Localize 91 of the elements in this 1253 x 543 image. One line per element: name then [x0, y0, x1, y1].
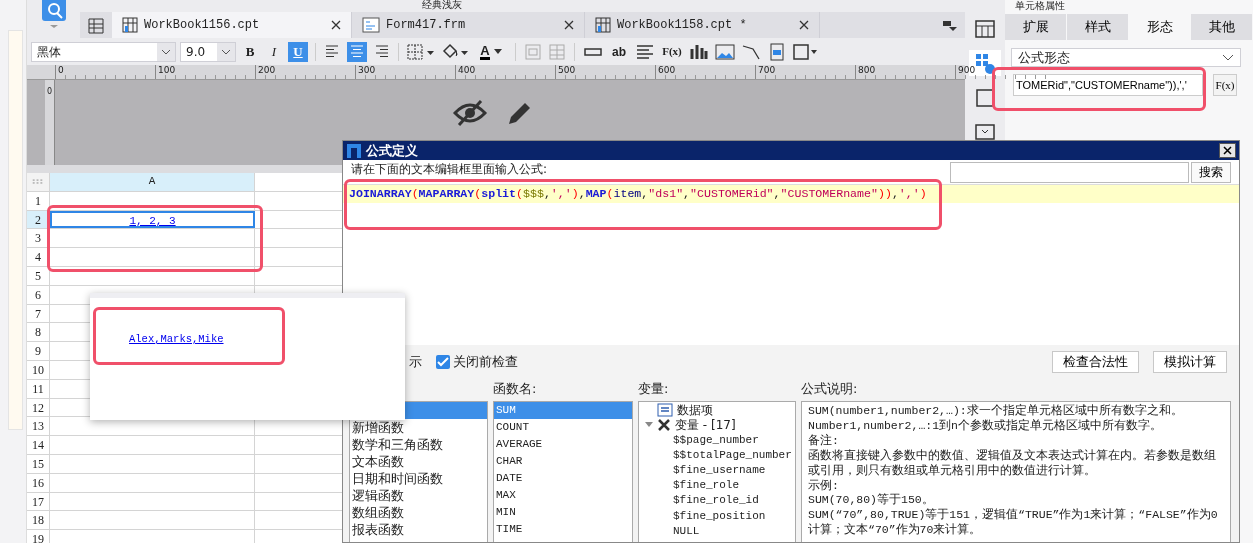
close-icon[interactable] — [799, 20, 809, 30]
tree-item[interactable]: $fine_role — [673, 477, 739, 494]
hint-label: 示 — [409, 353, 422, 372]
close-icon[interactable] — [331, 20, 341, 30]
ruler-label: 100 — [155, 65, 255, 79]
description-text: Number1,number2,…:1到n个参数或指定单元格区域中所有数字。 — [808, 418, 1164, 434]
ruler-label: 300 — [355, 65, 455, 79]
merge-cells-icon[interactable] — [523, 41, 543, 62]
tree-item[interactable]: $fine_role_id — [673, 492, 759, 509]
tree-item[interactable]: NULL — [673, 522, 700, 540]
caret-icon — [161, 48, 171, 55]
close-button[interactable] — [1219, 143, 1236, 158]
list-header: 变量: — [638, 380, 670, 398]
list-item[interactable]: MAX — [494, 487, 632, 504]
text-tool[interactable]: ab — [608, 41, 630, 62]
list-item[interactable]: 报表函数 — [350, 521, 487, 538]
list-item[interactable]: 日期和时间函数 — [350, 470, 487, 487]
tree-item[interactable]: $fine_username — [673, 462, 766, 479]
description-text: SUM(70,80)等于150。 — [808, 493, 935, 508]
split-cells-icon[interactable] — [547, 41, 567, 62]
description-text: SUM(number1,number2,…):求一个指定单元格区域中所有数字之和。 — [808, 404, 1184, 419]
description-text: 示例: — [808, 478, 840, 494]
caret-icon — [1222, 53, 1234, 62]
list-item[interactable]: 文本函数 — [350, 453, 487, 470]
formula-editor[interactable]: JOINARRAY(MAPARRAY(split($$$,','),MAP(item,"ds1","CUSTOMERid","CUSTOMERname")),',') — [343, 184, 1239, 345]
ruler-label: 500 — [555, 65, 655, 79]
ruler-label: 400 — [455, 65, 555, 79]
list-item[interactable]: 数组函数 — [350, 504, 487, 521]
sheet-file-icon — [595, 17, 611, 33]
formula-tool[interactable]: F(x) — [660, 41, 684, 62]
display-mode-select[interactable]: 公式形态 — [1011, 48, 1241, 67]
ruler-label: 0 — [45, 86, 54, 98]
list-item[interactable]: MIN — [494, 504, 632, 521]
tree-item[interactable]: $fine_position — [673, 507, 766, 525]
italic-button[interactable]: I — [264, 41, 284, 62]
box-border-icon[interactable] — [792, 41, 818, 62]
eye-slash-icon[interactable] — [453, 100, 487, 126]
ruler-label: 0 — [55, 65, 155, 79]
side-scrollbar[interactable] — [8, 30, 23, 430]
variables-icon — [657, 417, 671, 432]
formula-field[interactable]: TOMERid","CUSTOMERname")),',' — [1013, 74, 1203, 96]
column-header[interactable]: A — [50, 173, 255, 191]
list-item[interactable]: 逻辑函数 — [350, 487, 487, 504]
tree-item[interactable]: $$totalPage_number — [673, 446, 792, 464]
result-link[interactable]: Alex,Marks,Mike — [129, 333, 224, 345]
description-text: 备注: — [808, 433, 840, 449]
expander-icon[interactable] — [645, 420, 653, 429]
prompt-text: 请在下面的文本编辑框里面输入公式: — [351, 161, 548, 178]
list-item[interactable]: 数学和三角函数 — [350, 436, 487, 453]
formula-text[interactable]: JOINARRAY(MAPARRAY(split($$$,','),MAP(item,"ds1","CUSTOMERid","CUSTOMERname")),',') — [343, 185, 1239, 203]
file-tab[interactable]: WorkBook1156.cpt — [112, 12, 352, 38]
list-item[interactable]: COUNT — [494, 419, 632, 436]
font-color-button[interactable]: A — [474, 41, 508, 62]
form-file-icon — [362, 17, 380, 33]
list-item[interactable]: 新增函数 — [350, 419, 487, 436]
search-button[interactable]: 搜索 — [1191, 161, 1231, 183]
close-icon — [1223, 146, 1232, 155]
panel-tab[interactable]: 其他 — [1191, 14, 1253, 40]
panel-title: 单元格属性 — [1014, 0, 1066, 12]
ruler-label: 600 — [655, 65, 755, 79]
list-item[interactable]: TIME — [494, 521, 632, 538]
simulate-button[interactable]: 模拟计算 — [1153, 351, 1227, 373]
panel-tab[interactable]: 扩展 — [1005, 14, 1067, 40]
formula-editor-button[interactable]: F(x) — [1213, 74, 1237, 96]
sheet-file-icon — [122, 17, 138, 33]
dialog-title: 公式定义 — [366, 141, 418, 160]
search-field[interactable] — [950, 161, 1189, 183]
ruler-label: 800 — [855, 65, 955, 79]
validate-button[interactable]: 检查合法性 — [1052, 351, 1139, 373]
close-icon[interactable] — [564, 20, 574, 30]
checkbox-label: 关闭前检查 — [453, 353, 518, 372]
list-item[interactable]: DATE — [494, 470, 632, 487]
ruler-label: 700 — [755, 65, 855, 79]
list-item[interactable]: CHAR — [494, 453, 632, 470]
tree-item[interactable]: $$page_number — [673, 431, 759, 449]
selected-cell[interactable]: 1, 2, 3 — [50, 210, 255, 229]
description-text: SUM(“70”,80,TRUE)等于151，逻辑值“TRUE”作为1来计算；“FALSE”作为0计算；文本“70”作为70来计算。 — [808, 508, 1219, 539]
description-text: 函数将直接键入参数中的数值、逻辑值及文本表达式计算在内。若参数是数组或引用，则只有数组或单元格引用中的数值进行计算。 — [808, 448, 1217, 479]
theme-label[interactable]: 经典浅灰 — [422, 0, 462, 10]
list-item[interactable]: AVERAGE — [494, 436, 632, 453]
check-box[interactable] — [436, 355, 450, 369]
border-icon[interactable] — [406, 41, 436, 62]
bold-button[interactable]: B — [240, 41, 260, 62]
caret-icon — [493, 49, 502, 54]
font-select[interactable]: 黑体 — [31, 41, 176, 62]
list-header: 公式说明: — [801, 380, 859, 398]
font-size-select[interactable]: 9.0 — [180, 41, 236, 62]
panel-tab[interactable]: 样式 — [1067, 14, 1129, 40]
caret-icon — [221, 48, 231, 55]
list-header: 函数名: — [493, 380, 538, 398]
ruler-label: 200 — [255, 65, 355, 79]
